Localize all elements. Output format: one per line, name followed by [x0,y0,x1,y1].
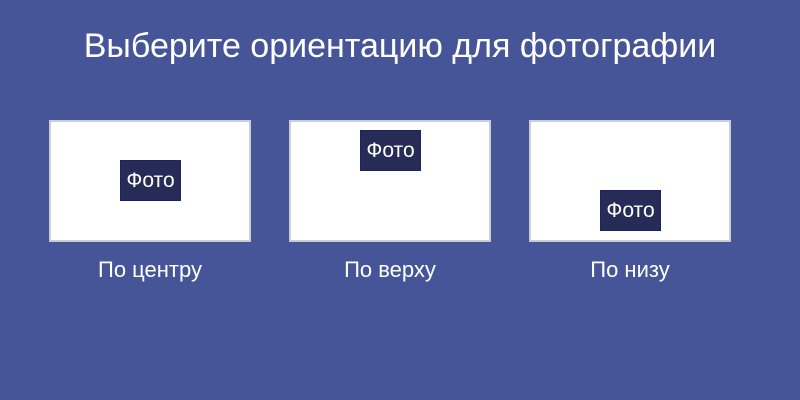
photo-placeholder: Фото [600,190,661,231]
photo-placeholder: Фото [120,160,181,201]
page-title: Выберите ориентацию для фотографии [83,27,717,65]
orientation-option-center[interactable]: Фото По центру [49,120,251,300]
orientation-preview-center[interactable]: Фото [49,120,251,242]
orientation-preview-top[interactable]: Фото [289,120,491,242]
photo-placeholder: Фото [360,130,421,171]
orientation-option-bottom[interactable]: Фото По низу [529,120,731,300]
orientation-option-top[interactable]: Фото По верху [289,120,491,300]
orientation-preview-bottom[interactable]: Фото [529,120,731,242]
orientation-label-bottom[interactable]: По низу [529,256,731,284]
orientation-label-center[interactable]: По центру [49,256,251,284]
orientation-label-top[interactable]: По верху [289,256,491,284]
